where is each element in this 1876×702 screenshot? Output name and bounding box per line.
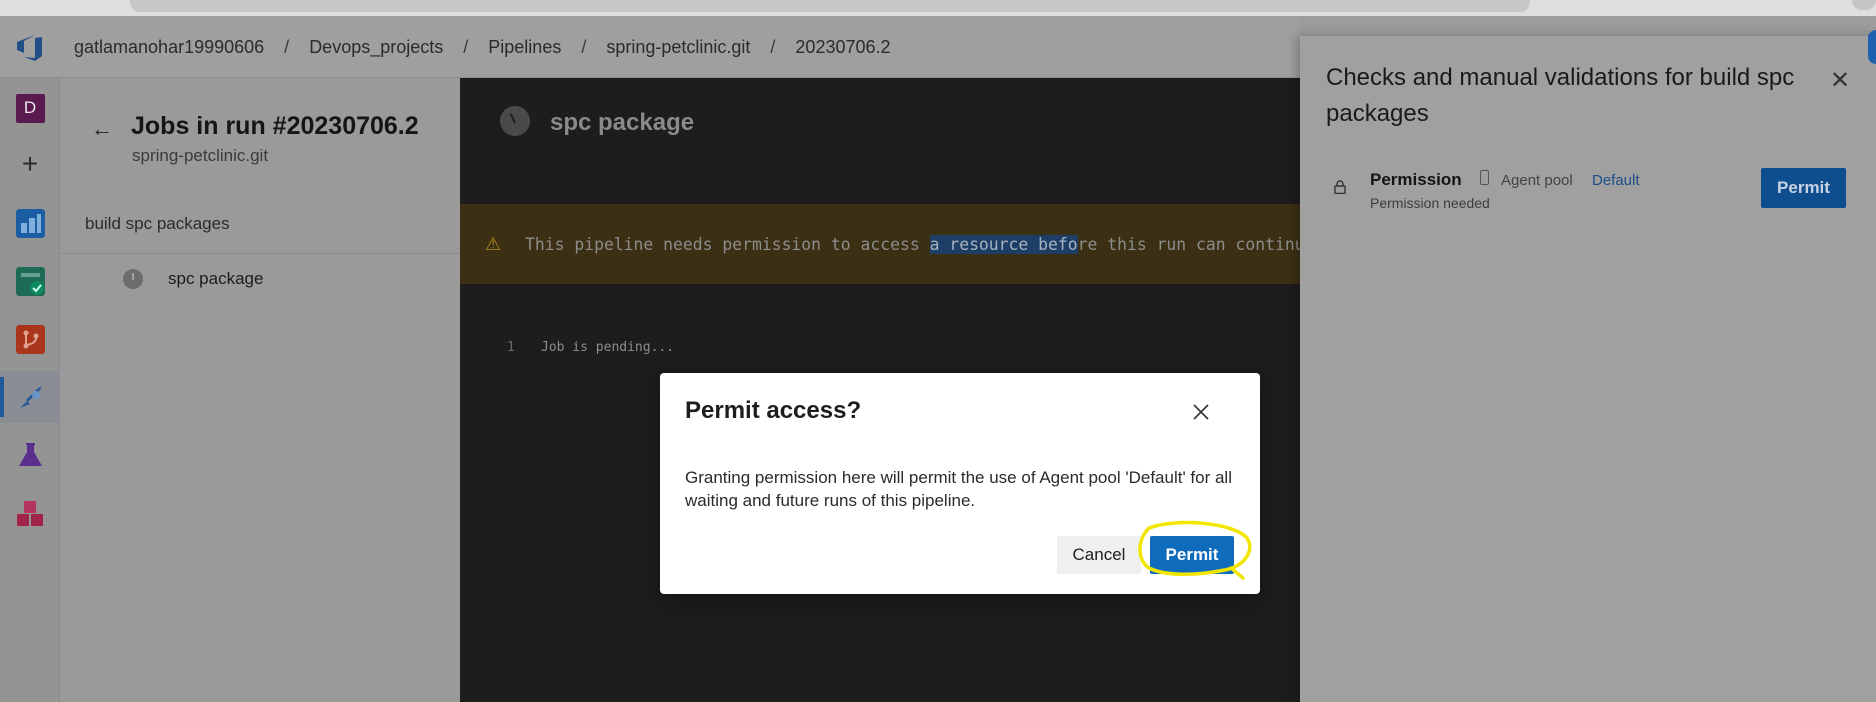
dialog-title: Permit access? (685, 397, 862, 424)
test-plans-check-icon (15, 266, 45, 296)
test-plans-flask-icon (18, 442, 42, 466)
permission-label: Permission (1370, 170, 1462, 189)
breadcrumb-pipelines[interactable]: Pipelines (488, 37, 561, 58)
warning-message: This pipeline needs permission to access… (525, 235, 1315, 254)
permit-access-dialog: Permit access? Granting permission here … (660, 373, 1260, 594)
breadcrumb-run[interactable]: 20230706.2 (795, 37, 890, 58)
artifacts-icon (16, 500, 43, 526)
breadcrumb-separator: / (581, 37, 587, 57)
breadcrumb-separator: / (284, 37, 290, 57)
close-icon[interactable] (1190, 401, 1212, 423)
checks-panel: Checks and manual validations for build … (1300, 36, 1876, 702)
rail-repos[interactable] (0, 313, 60, 365)
plus-icon: + (21, 148, 39, 179)
breadcrumb-organization[interactable]: gatlamanohar19990606 (74, 37, 264, 58)
rail-artifacts[interactable] (0, 487, 60, 539)
panel-edge-indicator (1868, 30, 1876, 64)
rail-test-plans[interactable] (0, 429, 60, 481)
text-selection: a resource befo (929, 235, 1078, 254)
lock-icon (1334, 180, 1346, 194)
azure-devops-logo-icon[interactable] (15, 33, 45, 61)
job-name: spc package (168, 269, 264, 288)
job-row[interactable]: spc package (61, 258, 460, 300)
left-nav-rail: D + (0, 78, 60, 702)
repository-name: spring-petclinic.git (132, 146, 269, 165)
agent-pool-icon (1480, 170, 1489, 185)
rail-add-button[interactable]: + (0, 138, 60, 190)
agent-pool-type: Agent pool (1501, 172, 1573, 189)
breadcrumb-separator: / (463, 37, 469, 57)
project-avatar: D (15, 93, 45, 123)
breadcrumb-project[interactable]: Devops_projects (309, 37, 443, 58)
cancel-button[interactable]: Cancel (1057, 536, 1141, 574)
jobs-panel: ← Jobs in run #20230706.2 spring-petclin… (61, 78, 460, 702)
address-bar[interactable] (130, 0, 1530, 12)
divider (61, 253, 460, 254)
permit-button-side[interactable]: Permit (1761, 168, 1846, 208)
close-icon[interactable]: ✕ (1830, 66, 1850, 95)
boards-icon (15, 208, 45, 238)
top-bar: gatlamanohar19990606 / Devops_projects /… (0, 16, 1595, 78)
page-title: Jobs in run #20230706.2 (131, 112, 419, 140)
breadcrumb-separator: / (770, 37, 776, 57)
job-title: spc package (550, 109, 695, 136)
agent-pool-link[interactable]: Default (1592, 172, 1640, 189)
pending-clock-icon (123, 269, 143, 289)
breadcrumb-pipeline[interactable]: spring-petclinic.git (606, 37, 750, 58)
pending-clock-icon (500, 106, 530, 136)
checks-panel-title: Checks and manual validations for build … (1326, 64, 1795, 127)
permit-button[interactable]: Permit (1150, 536, 1234, 574)
stage-name: build spc packages (85, 214, 230, 233)
back-arrow-icon[interactable]: ← (91, 116, 113, 142)
permission-status: Permission needed (1370, 195, 1490, 211)
log-line-number: 1 (507, 340, 515, 355)
rail-test-check[interactable] (0, 255, 60, 307)
repos-icon (15, 324, 45, 354)
breadcrumb: gatlamanohar19990606 / Devops_projects /… (74, 37, 891, 58)
log-line: Job is pending... (541, 340, 675, 355)
rail-pipelines[interactable] (0, 371, 60, 423)
pipelines-icon (19, 385, 42, 408)
rail-boards[interactable] (0, 197, 60, 249)
rail-project-avatar[interactable]: D (0, 82, 60, 134)
warning-icon: ⚠ (485, 234, 502, 254)
dialog-message: Granting permission here will permit the… (685, 468, 1232, 510)
browser-toolbar (0, 0, 1876, 16)
warning-banner: ⚠ This pipeline needs permission to acce… (460, 204, 1314, 284)
